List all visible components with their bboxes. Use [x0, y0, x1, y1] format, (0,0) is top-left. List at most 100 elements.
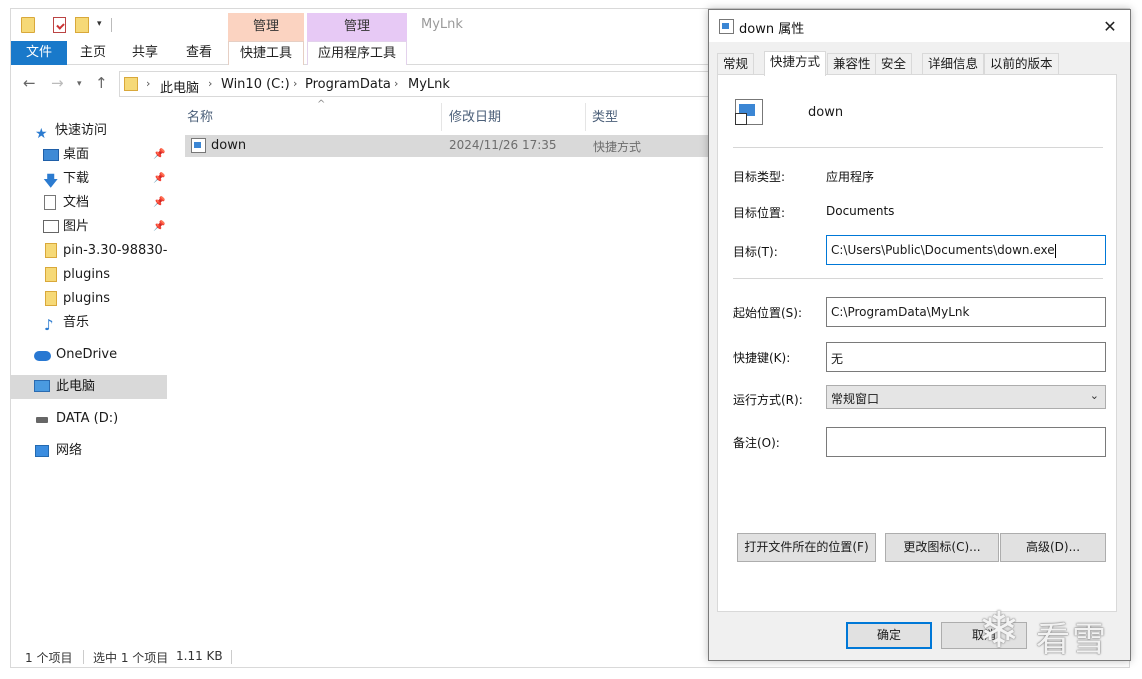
sidebar-item-label: 图片	[63, 219, 90, 234]
folder-icon	[124, 77, 138, 91]
breadcrumb-chevron-icon[interactable]: ›	[208, 77, 212, 90]
sidebar-item-this-pc[interactable]: 此电脑	[11, 375, 167, 399]
close-icon[interactable]: ✕	[1098, 15, 1122, 39]
sidebar-item-folder[interactable]: plugins	[11, 287, 167, 311]
start-in-field[interactable]: C:\ProgramData\MyLnk	[826, 297, 1106, 327]
run-label: 运行方式(R):	[733, 393, 803, 407]
breadcrumb-this-pc[interactable]: 此电脑	[160, 77, 199, 96]
properties-icon[interactable]	[53, 17, 66, 33]
sidebar-item-label: plugins	[63, 291, 110, 306]
back-arrow-icon[interactable]: ←	[23, 74, 36, 92]
context-tab-manage-shortcut: 管理	[228, 13, 304, 41]
start-in-label: 起始位置(S):	[733, 306, 803, 320]
ribbon-tabs: 文件 主页 共享 查看 快捷工具 应用程序工具	[11, 41, 711, 65]
breadcrumb-chevron-icon[interactable]: ›	[293, 77, 297, 90]
tab-shortcut[interactable]: 快捷方式	[764, 51, 827, 76]
tab-shortcut-tools[interactable]: 快捷工具	[228, 41, 304, 65]
sidebar-item-label: pin-3.30-98830-g1	[63, 243, 167, 258]
tab-home[interactable]: 主页	[69, 41, 117, 65]
quick-access-toolbar: ▾	[11, 9, 231, 41]
advanced-button[interactable]: 高级(D)...	[1000, 533, 1106, 562]
sidebar-item-label: 快速访问	[55, 123, 108, 138]
tab-app-tools[interactable]: 应用程序工具	[307, 41, 407, 65]
tab-details[interactable]: 详细信息	[922, 53, 985, 75]
chevron-down-icon: ⌄	[1089, 389, 1099, 402]
target-field[interactable]: C:\Users\Public\Documents\down.exe	[826, 235, 1106, 265]
ok-button[interactable]: 确定	[846, 622, 932, 649]
column-header-type[interactable]: 类型	[592, 105, 618, 131]
download-icon: 🡇	[43, 172, 59, 190]
sort-ascending-icon: ^	[317, 99, 326, 110]
tab-share[interactable]: 共享	[123, 41, 167, 65]
target-field-text: C:\Users\Public\Documents\down.exe	[831, 243, 1055, 257]
pc-icon	[34, 380, 50, 392]
column-divider[interactable]	[585, 103, 586, 131]
tab-security[interactable]: 安全	[875, 53, 913, 75]
sidebar-item-label: 文档	[63, 195, 90, 210]
hotkey-field[interactable]: 无	[826, 342, 1106, 372]
toolbar-divider	[111, 18, 112, 32]
sidebar-item-onedrive[interactable]: OneDrive	[11, 343, 167, 367]
sidebar-item-drive-d[interactable]: DATA (D:)	[11, 407, 167, 431]
dialog-titlebar[interactable]: down 属性 ✕	[709, 10, 1130, 42]
sidebar-item-folder[interactable]: pin-3.30-98830-g1	[11, 239, 167, 263]
file-name: down	[211, 138, 247, 153]
sidebar-item-downloads[interactable]: 🡇 下载 📌	[11, 167, 167, 191]
tab-view[interactable]: 查看	[177, 41, 221, 65]
sidebar-item-label: 网络	[56, 443, 83, 458]
breadcrumb-programdata[interactable]: ProgramData	[305, 77, 391, 92]
breadcrumb-chevron-icon[interactable]: ›	[394, 77, 398, 90]
up-arrow-icon[interactable]: ↑	[95, 74, 108, 92]
file-type: 快捷方式	[593, 140, 642, 154]
sidebar-item-documents[interactable]: 文档 📌	[11, 191, 167, 215]
new-folder-icon[interactable]	[75, 17, 89, 33]
sidebar-item-label: 下载	[63, 171, 90, 186]
forward-arrow-icon[interactable]: →	[51, 74, 64, 92]
comment-label: 备注(O):	[733, 436, 780, 450]
sidebar-item-folder[interactable]: plugins	[11, 263, 167, 287]
file-date: 2024/11/26 17:35	[449, 138, 557, 152]
folder-icon	[45, 291, 57, 306]
sidebar-item-music[interactable]: ♪ 音乐	[11, 311, 167, 335]
column-header-date[interactable]: 修改日期	[449, 105, 501, 131]
status-divider	[231, 650, 232, 664]
item-count: 1 个项目	[25, 651, 73, 665]
breadcrumb-mylnk[interactable]: MyLnk	[408, 77, 450, 92]
customize-toolbar-chevron-icon[interactable]: ▾	[97, 19, 102, 29]
dialog-title: down 属性	[739, 22, 805, 37]
shortcut-file-icon	[719, 19, 734, 34]
selection-size: 1.11 KB	[176, 649, 223, 663]
open-file-location-button[interactable]: 打开文件所在的位置(F)	[737, 533, 876, 562]
sidebar-item-label: 桌面	[63, 147, 90, 162]
watermark-logo: ❄ 看雪	[978, 600, 1128, 666]
network-icon	[35, 445, 49, 457]
sidebar-item-pictures[interactable]: 图片 📌	[11, 215, 167, 239]
tab-general[interactable]: 常规	[717, 53, 755, 75]
target-label: 目标(T):	[733, 245, 778, 259]
column-divider[interactable]	[441, 103, 442, 131]
selection-count: 选中 1 个项目	[93, 651, 169, 665]
music-icon: ♪	[44, 316, 54, 334]
properties-dialog: down 属性 ✕ 常规 快捷方式 兼容性 安全 详细信息 以前的版本 down…	[708, 9, 1131, 661]
tab-file[interactable]: 文件	[11, 41, 67, 65]
recent-locations-chevron-icon[interactable]: ▾	[77, 79, 82, 89]
comment-field[interactable]	[826, 427, 1106, 457]
change-icon-button[interactable]: 更改图标(C)...	[885, 533, 999, 562]
sidebar-item-quick-access[interactable]: ★ 快速访问	[11, 119, 167, 143]
tab-previous-versions[interactable]: 以前的版本	[984, 53, 1059, 75]
document-icon	[44, 195, 56, 210]
tab-compatibility[interactable]: 兼容性	[827, 53, 877, 75]
table-row[interactable]: down 2024/11/26 17:35 快捷方式	[185, 135, 717, 157]
address-bar[interactable]: › 此电脑 › Win10 (C:) › ProgramData › MyLnk	[119, 71, 719, 97]
divider	[733, 278, 1103, 279]
run-select[interactable]: 常规窗口 ⌄	[826, 385, 1106, 409]
sidebar-item-network[interactable]: 网络	[11, 439, 167, 463]
shortcut-large-icon	[735, 99, 763, 125]
breadcrumb-chevron-icon[interactable]: ›	[146, 77, 150, 90]
sidebar-item-desktop[interactable]: 桌面 📌	[11, 143, 167, 167]
column-header-name[interactable]: 名称	[187, 105, 213, 131]
folder-icon[interactable]	[21, 17, 35, 33]
breadcrumb-drive-c[interactable]: Win10 (C:)	[221, 77, 290, 92]
folder-icon	[45, 243, 57, 258]
sidebar-item-label: plugins	[63, 267, 110, 282]
